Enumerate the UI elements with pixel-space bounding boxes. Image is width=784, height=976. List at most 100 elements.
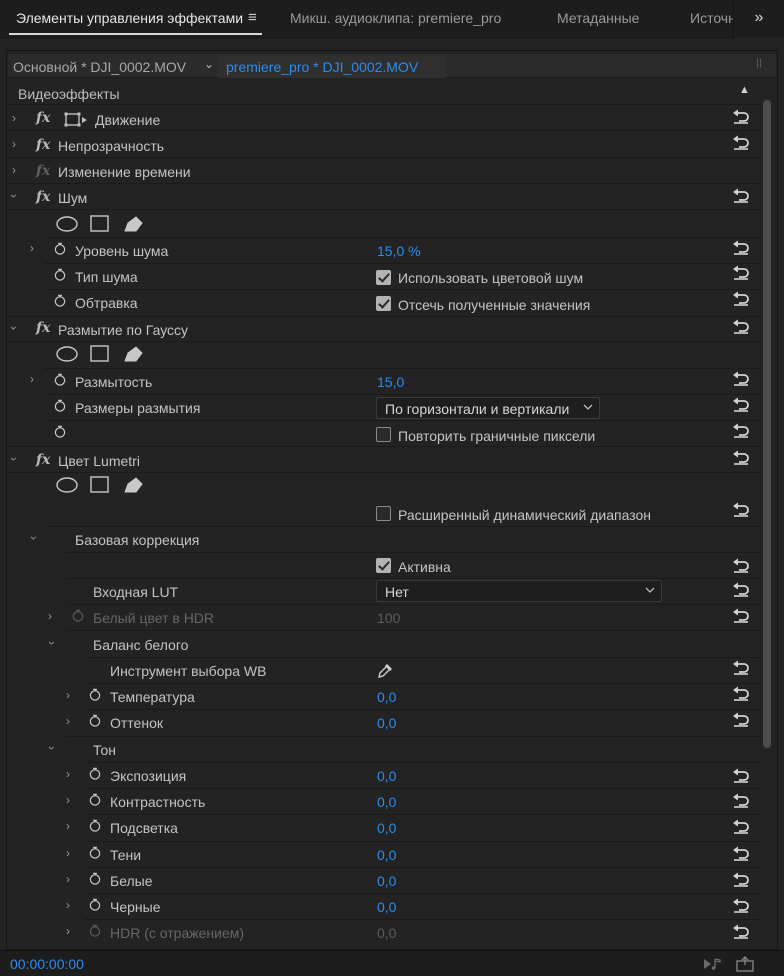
input-lut-dropdown[interactable]: Нет [376, 580, 662, 602]
blurriness-value[interactable]: 15,0 [377, 374, 404, 390]
expand-triangle-icon[interactable]: › [12, 111, 16, 125]
blacks-value[interactable]: 0,0 [377, 899, 396, 915]
contrast-value[interactable]: 0,0 [377, 794, 396, 810]
rectangle-mask-icon[interactable] [90, 215, 109, 232]
scrollbar-thumb[interactable] [763, 100, 771, 748]
stopwatch-icon[interactable] [89, 872, 101, 885]
blur-dimensions-dropdown[interactable]: По горизонтали и вертикали [376, 397, 600, 419]
stopwatch-icon[interactable] [54, 399, 66, 412]
reset-icon[interactable] [732, 501, 750, 517]
fx-icon[interactable]: fx [36, 189, 50, 205]
expand-triangle-icon[interactable]: › [66, 688, 70, 702]
reset-icon[interactable] [732, 871, 750, 887]
ellipse-mask-icon[interactable] [56, 477, 78, 493]
collapse-triangle-icon[interactable]: › [45, 641, 59, 645]
expand-triangle-icon[interactable]: › [66, 819, 70, 833]
reset-icon[interactable] [732, 581, 750, 597]
pen-mask-icon[interactable] [124, 216, 143, 232]
tab-audio-clip-mixer[interactable]: Микш. аудиоклипа: premiere_pro [290, 10, 501, 26]
expand-triangle-icon[interactable]: › [30, 372, 34, 386]
ellipse-mask-icon[interactable] [56, 216, 78, 232]
reset-icon[interactable] [732, 187, 750, 203]
temperature-value[interactable]: 0,0 [377, 689, 396, 705]
whites-value[interactable]: 0,0 [377, 873, 396, 889]
master-clip-label[interactable]: Основной * DJI_0002.MOV [13, 59, 186, 75]
highlights-value[interactable]: 0,0 [377, 820, 396, 836]
stopwatch-icon[interactable] [54, 294, 66, 307]
clip-result-checkbox[interactable] [376, 296, 391, 311]
expand-triangle-icon[interactable]: › [48, 609, 52, 623]
rectangle-mask-icon[interactable] [90, 345, 109, 362]
triangle-up-icon[interactable]: ▲ [739, 84, 750, 96]
stopwatch-icon[interactable] [89, 846, 101, 859]
tab-metadata[interactable]: Метаданные [557, 10, 639, 26]
reset-icon[interactable] [732, 318, 750, 334]
collapse-triangle-icon[interactable]: › [45, 746, 59, 750]
reset-icon[interactable] [732, 607, 750, 623]
reset-icon[interactable] [732, 818, 750, 834]
stopwatch-icon[interactable] [89, 714, 101, 727]
expand-triangle-icon[interactable]: › [66, 793, 70, 807]
collapse-triangle-icon[interactable]: › [7, 457, 21, 461]
collapse-triangle-icon[interactable]: › [7, 194, 21, 198]
reset-icon[interactable] [732, 711, 750, 727]
high-dynamic-range-checkbox[interactable] [376, 506, 391, 521]
reset-icon[interactable] [732, 792, 750, 808]
double-chevron-right-icon[interactable]: » [733, 0, 784, 38]
reset-icon[interactable] [732, 557, 750, 573]
expand-triangle-icon[interactable]: › [66, 924, 70, 938]
fx-icon[interactable]: fx [36, 137, 50, 153]
tint-value[interactable]: 0,0 [377, 715, 396, 731]
pen-mask-icon[interactable] [124, 346, 143, 362]
reset-icon[interactable] [732, 239, 750, 255]
grip-icon[interactable]: ⁞⁞ [756, 58, 762, 70]
reset-icon[interactable] [732, 659, 750, 675]
stopwatch-icon[interactable] [89, 819, 101, 832]
expand-triangle-icon[interactable]: › [12, 137, 16, 151]
ellipse-mask-icon[interactable] [56, 346, 78, 362]
hamburger-icon[interactable]: ≡ [248, 9, 257, 26]
rectangle-mask-icon[interactable] [90, 476, 109, 493]
stopwatch-icon[interactable] [54, 425, 66, 438]
reset-icon[interactable] [732, 108, 750, 124]
expand-triangle-icon[interactable]: › [30, 241, 34, 255]
reset-icon[interactable] [732, 290, 750, 306]
fx-icon[interactable]: fx [36, 320, 50, 336]
export-frame-icon[interactable] [735, 956, 755, 972]
expand-triangle-icon[interactable]: › [66, 767, 70, 781]
stopwatch-icon[interactable] [54, 268, 66, 281]
stopwatch-icon[interactable] [54, 373, 66, 386]
shadows-value[interactable]: 0,0 [377, 847, 396, 863]
expand-triangle-icon[interactable]: › [66, 714, 70, 728]
stopwatch-icon[interactable] [54, 242, 66, 255]
eyedropper-icon[interactable] [376, 662, 394, 680]
play-audio-icon[interactable] [702, 956, 722, 972]
fx-icon[interactable]: fx [36, 110, 50, 126]
expand-triangle-icon[interactable]: › [66, 898, 70, 912]
stopwatch-icon[interactable] [89, 898, 101, 911]
stopwatch-icon[interactable] [89, 793, 101, 806]
reset-icon[interactable] [732, 845, 750, 861]
stopwatch-icon[interactable] [89, 688, 101, 701]
transform-icon[interactable] [64, 112, 88, 128]
reset-icon[interactable] [732, 396, 750, 412]
reset-icon[interactable] [732, 923, 750, 939]
expand-triangle-icon[interactable]: › [12, 163, 16, 177]
pen-mask-icon[interactable] [124, 477, 143, 493]
exposure-value[interactable]: 0,0 [377, 768, 396, 784]
reset-icon[interactable] [732, 449, 750, 465]
sequence-clip-label[interactable]: premiere_pro * DJI_0002.MOV [226, 59, 418, 75]
stopwatch-icon[interactable] [89, 767, 101, 780]
reset-icon[interactable] [732, 897, 750, 913]
collapse-triangle-icon[interactable]: › [7, 326, 21, 330]
reset-icon[interactable] [732, 685, 750, 701]
tab-source[interactable]: Источн [690, 10, 736, 26]
tab-effect-controls[interactable]: Элементы управления эффектами [16, 10, 243, 26]
expand-triangle-icon[interactable]: › [66, 872, 70, 886]
reset-icon[interactable] [732, 134, 750, 150]
fx-icon[interactable]: fx [36, 452, 50, 468]
expand-triangle-icon[interactable]: › [66, 846, 70, 860]
reset-icon[interactable] [732, 370, 750, 386]
reset-icon[interactable] [732, 264, 750, 280]
active-checkbox[interactable] [376, 558, 391, 573]
